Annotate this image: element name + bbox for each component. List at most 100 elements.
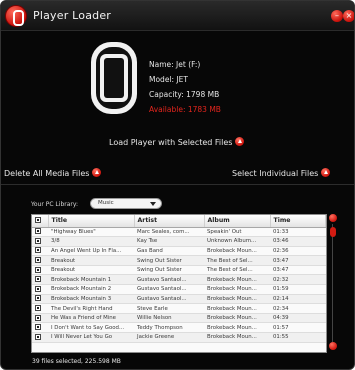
- row-title: Breakout: [48, 255, 134, 266]
- row-checkbox[interactable]: [35, 295, 41, 302]
- table-scrollbar[interactable]: [329, 214, 337, 353]
- row-title: An Angel Went Up In Fla...: [48, 246, 134, 257]
- row-time: 03:46: [270, 236, 326, 247]
- load-player-button[interactable]: Load Player with Selected Files: [109, 137, 245, 147]
- row-time: 01:57: [270, 322, 326, 334]
- row-checkbox-cell[interactable]: [32, 236, 48, 247]
- select-all-checkbox[interactable]: [35, 217, 41, 224]
- row-album: Brokeback Moun...: [204, 313, 270, 324]
- row-artist: Jackie Greene: [134, 332, 204, 343]
- row-checkbox[interactable]: [35, 228, 41, 235]
- row-checkbox[interactable]: [35, 266, 41, 273]
- row-time: 02:32: [270, 274, 326, 286]
- column-header-time[interactable]: Time: [270, 215, 326, 228]
- music-player-device-icon: [91, 42, 137, 114]
- row-checkbox-cell[interactable]: [32, 227, 48, 238]
- table-row[interactable]: Brokeback Mountain 2 Gustavo Santaol... Br…: [32, 284, 326, 295]
- row-checkbox-cell[interactable]: [32, 303, 48, 314]
- row-title: Brokeback Mountain 2: [48, 284, 134, 295]
- column-header-artist[interactable]: Artist: [134, 215, 205, 228]
- column-header-title[interactable]: Title: [48, 215, 135, 228]
- row-checkbox-cell[interactable]: [32, 332, 48, 343]
- select-all-header[interactable]: [32, 215, 49, 228]
- load-player-label: Load Player with Selected Files: [109, 138, 233, 147]
- row-artist: Willie Nelson: [134, 313, 204, 324]
- row-artist: Gustavo Santaol...: [134, 294, 204, 305]
- row-album: Brokeback Moun...: [204, 322, 270, 334]
- device-capacity: Capacity: 1798 MB: [149, 90, 220, 99]
- row-time: 02:36: [270, 246, 326, 257]
- row-artist: Teddy Thompson: [134, 322, 204, 334]
- device-available: Available: 1783 MB: [149, 105, 221, 114]
- row-album: Brokeback Moun...: [204, 294, 270, 305]
- title-bar[interactable]: Player Loader – ×: [1, 1, 354, 31]
- device-model: Model: JET: [149, 75, 188, 84]
- window-title: Player Loader: [33, 9, 112, 22]
- table-row[interactable]: I Don't Want to Say Good... Teddy Thompso…: [32, 322, 326, 334]
- delete-all-media-button[interactable]: Delete All Media Files: [4, 168, 102, 178]
- row-time: 04:39: [270, 313, 326, 324]
- row-album: Speakin' Out: [204, 227, 270, 238]
- pc-library-label: Your PC Library:: [31, 201, 78, 208]
- row-checkbox[interactable]: [35, 257, 41, 264]
- table-row[interactable]: An Angel Went Up In Fla... Gas Band Brokeb…: [32, 246, 326, 257]
- pc-library-select[interactable]: Music: [90, 198, 162, 209]
- row-artist: Kay Tse: [134, 236, 204, 247]
- row-checkbox[interactable]: [35, 305, 41, 312]
- row-time: 01:59: [270, 284, 326, 295]
- close-button[interactable]: ×: [343, 10, 354, 22]
- row-checkbox-cell[interactable]: [32, 265, 48, 276]
- row-artist: Gustavo Santaol...: [134, 274, 204, 286]
- row-checkbox-cell[interactable]: [32, 255, 48, 266]
- row-album: Brokeback Moun...: [204, 246, 270, 257]
- row-checkbox-cell[interactable]: [32, 274, 48, 286]
- row-album: The Best of Sel...: [204, 265, 270, 276]
- row-checkbox[interactable]: [35, 237, 41, 244]
- row-title: 3/8: [48, 236, 134, 247]
- row-title: "Highway Blues": [48, 227, 134, 238]
- row-artist: Marc Seales, com...: [134, 227, 204, 238]
- selection-status: 39 files selected, 225.598 MB: [32, 358, 121, 365]
- table-row[interactable]: 3/8 Kay Tse Unknown Album... 03:46: [32, 236, 326, 247]
- row-album: Brokeback Moun...: [204, 284, 270, 295]
- section-divider: [1, 184, 354, 185]
- row-time: 02:14: [270, 294, 326, 305]
- row-time: 01:55: [270, 332, 326, 343]
- row-checkbox-cell[interactable]: [32, 246, 48, 257]
- column-header-album[interactable]: Album: [204, 215, 271, 228]
- row-time: 03:47: [270, 255, 326, 266]
- row-artist: Swing Out Sister: [134, 255, 204, 266]
- table-row[interactable]: Breakout Swing Out Sister The Best of Sel.…: [32, 255, 326, 266]
- row-checkbox-cell[interactable]: [32, 294, 48, 305]
- row-checkbox[interactable]: [35, 276, 41, 283]
- scrollbar-thumb[interactable]: [330, 227, 336, 237]
- row-checkbox[interactable]: [35, 314, 41, 321]
- player-loader-app-icon: [5, 5, 27, 27]
- row-checkbox[interactable]: [35, 324, 41, 331]
- table-row[interactable]: Brokeback Mountain 3 Gustavo Santaol... Br…: [32, 294, 326, 305]
- scrollbar-track: [332, 224, 333, 342]
- delete-all-label: Delete All Media Files: [4, 169, 90, 178]
- row-artist: Swing Out Sister: [134, 265, 204, 276]
- select-individual-files-button[interactable]: Select Individual Files: [232, 168, 331, 178]
- row-checkbox-cell[interactable]: [32, 284, 48, 295]
- table-row[interactable]: I Will Never Let You Go Jackie Greene Brok…: [32, 332, 326, 343]
- table-row[interactable]: Brokeback Mountain 1 Gustavo Santaol... Br…: [32, 274, 326, 286]
- minimize-button[interactable]: –: [331, 10, 343, 22]
- row-checkbox[interactable]: [35, 247, 41, 254]
- pc-library-selected: Music: [98, 200, 114, 206]
- scroll-down-button[interactable]: [329, 342, 337, 350]
- row-checkbox-cell[interactable]: [32, 322, 48, 334]
- row-album: Unknown Album...: [204, 236, 270, 247]
- load-arrow-icon: [235, 137, 245, 146]
- select-arrow-icon: [321, 168, 331, 177]
- table-row[interactable]: He Was a Friend of Mine Willie Nelson Brok…: [32, 313, 326, 324]
- scroll-up-button[interactable]: [329, 214, 337, 222]
- row-checkbox[interactable]: [35, 285, 41, 292]
- row-title: He Was a Friend of Mine: [48, 313, 134, 324]
- row-checkbox[interactable]: [35, 333, 41, 340]
- table-row[interactable]: The Devil's Right Hand Steve Earle Brokeba…: [32, 303, 326, 314]
- row-checkbox-cell[interactable]: [32, 313, 48, 324]
- table-row[interactable]: "Highway Blues" Marc Seales, com... Speaki…: [32, 227, 326, 238]
- table-row[interactable]: Breakout Swing Out Sister The Best of Sel.…: [32, 265, 326, 276]
